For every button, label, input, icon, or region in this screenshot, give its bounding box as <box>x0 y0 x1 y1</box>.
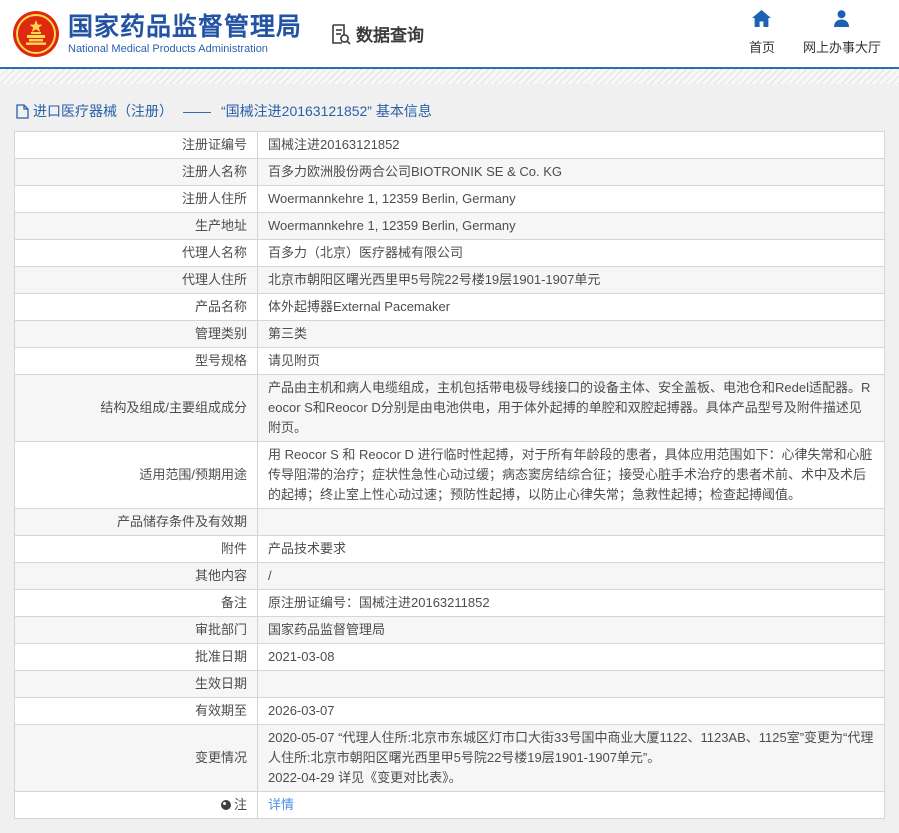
table-row: 注详情 <box>15 792 885 819</box>
data-query-label: 数据查询 <box>356 21 424 46</box>
row-label: 生产地址 <box>15 213 258 240</box>
row-value: 请见附页 <box>258 348 885 375</box>
header-top-right: 首页 网上办事大厅 <box>749 10 881 56</box>
table-row: 产品储存条件及有效期 <box>15 509 885 536</box>
table-row: 生产地址Woermannkehre 1, 12359 Berlin, Germa… <box>15 213 885 240</box>
row-label: 管理类别 <box>15 321 258 348</box>
table-row: 型号规格请见附页 <box>15 348 885 375</box>
row-label: 批准日期 <box>15 644 258 671</box>
row-value: 体外起搏器External Pacemaker <box>258 294 885 321</box>
data-query-nav[interactable]: 数据查询 <box>328 21 424 46</box>
breadcrumb-section: 进口医疗器械（注册） <box>33 101 173 121</box>
table-row: 审批部门国家药品监督管理局 <box>15 617 885 644</box>
detail-link[interactable]: 详情 <box>268 797 294 812</box>
row-value: 国家药品监督管理局 <box>258 617 885 644</box>
table-row: 结构及组成/主要组成成分产品由主机和病人电缆组成，主机包括带电极导线接口的设备主… <box>15 375 885 442</box>
registration-table-body: 注册证编号国械注进20163121852注册人名称百多力欧洲股份两合公司BIOT… <box>15 132 885 819</box>
nav-home[interactable]: 首页 <box>749 10 775 56</box>
balloon-icon <box>221 800 231 810</box>
document-search-icon <box>328 22 352 46</box>
row-value: / <box>258 563 885 590</box>
row-label: 适用范围/预期用途 <box>15 442 258 509</box>
nav-home-label: 首页 <box>749 37 775 56</box>
main-content: 进口医疗器械（注册） —— “国械注进20163121852” 基本信息 注册证… <box>0 84 899 833</box>
table-row: 备注原注册证编号：国械注进20163211852 <box>15 590 885 617</box>
nav-online-hall-label: 网上办事大厅 <box>803 37 881 56</box>
row-label: 注册证编号 <box>15 132 258 159</box>
row-value: Woermannkehre 1, 12359 Berlin, Germany <box>258 213 885 240</box>
nav-online-hall[interactable]: 网上办事大厅 <box>803 10 881 56</box>
row-label: 代理人名称 <box>15 240 258 267</box>
table-row: 注册人名称百多力欧洲股份两合公司BIOTRONIK SE & Co. KG <box>15 159 885 186</box>
row-value: Woermannkehre 1, 12359 Berlin, Germany <box>258 186 885 213</box>
row-label: 代理人住所 <box>15 267 258 294</box>
table-row: 管理类别第三类 <box>15 321 885 348</box>
site-header: 国家药品监督管理局 National Medical Products Admi… <box>0 0 899 69</box>
home-icon <box>752 10 771 32</box>
row-label: 审批部门 <box>15 617 258 644</box>
table-row: 代理人名称百多力（北京）医疗器械有限公司 <box>15 240 885 267</box>
row-label: 注册人住所 <box>15 186 258 213</box>
row-label: 型号规格 <box>15 348 258 375</box>
org-name-en: National Medical Products Administration <box>68 43 302 55</box>
table-row: 变更情况2020-05-07 “代理人住所:北京市东城区灯市口大街33号国中商业… <box>15 725 885 792</box>
row-value <box>258 509 885 536</box>
row-label: 有效期至 <box>15 698 258 725</box>
table-row: 有效期至2026-03-07 <box>15 698 885 725</box>
registration-info-table: 注册证编号国械注进20163121852注册人名称百多力欧洲股份两合公司BIOT… <box>14 131 885 819</box>
table-row: 注册证编号国械注进20163121852 <box>15 132 885 159</box>
hatch-divider-band <box>0 69 899 84</box>
row-label: 结构及组成/主要组成成分 <box>15 375 258 442</box>
row-label: 其他内容 <box>15 563 258 590</box>
table-row: 批准日期2021-03-08 <box>15 644 885 671</box>
page-file-icon <box>16 104 29 119</box>
row-label: 变更情况 <box>15 725 258 792</box>
row-value: 北京市朝阳区曙光西里甲5号院22号楼19层1901-1907单元 <box>258 267 885 294</box>
breadcrumb-separator: —— <box>183 103 211 119</box>
breadcrumb-current: “国械注进20163121852” 基本信息 <box>221 101 432 121</box>
row-value: 2020-05-07 “代理人住所:北京市东城区灯市口大街33号国中商业大厦11… <box>258 725 885 792</box>
org-name-zh: 国家药品监督管理局 <box>68 13 302 41</box>
row-label: 注册人名称 <box>15 159 258 186</box>
row-value: 2026-03-07 <box>258 698 885 725</box>
table-row: 其他内容/ <box>15 563 885 590</box>
row-value: 2021-03-08 <box>258 644 885 671</box>
table-row: 适用范围/预期用途用 Reocor S 和 Reocor D 进行临时性起搏，对… <box>15 442 885 509</box>
row-label: 备注 <box>15 590 258 617</box>
national-emblem-logo <box>12 10 60 58</box>
org-titles: 国家药品监督管理局 National Medical Products Admi… <box>68 13 302 55</box>
row-value: 用 Reocor S 和 Reocor D 进行临时性起搏，对于所有年龄段的患者… <box>258 442 885 509</box>
row-value: 原注册证编号：国械注进20163211852 <box>258 590 885 617</box>
row-label: 产品储存条件及有效期 <box>15 509 258 536</box>
row-value: 国械注进20163121852 <box>258 132 885 159</box>
row-value: 详情 <box>258 792 885 819</box>
table-row: 注册人住所Woermannkehre 1, 12359 Berlin, Germ… <box>15 186 885 213</box>
table-row: 产品名称体外起搏器External Pacemaker <box>15 294 885 321</box>
row-value: 产品由主机和病人电缆组成，主机包括带电极导线接口的设备主体、安全盖板、电池仓和R… <box>258 375 885 442</box>
row-value: 第三类 <box>258 321 885 348</box>
table-row: 代理人住所北京市朝阳区曙光西里甲5号院22号楼19层1901-1907单元 <box>15 267 885 294</box>
row-value: 产品技术要求 <box>258 536 885 563</box>
row-value: 百多力欧洲股份两合公司BIOTRONIK SE & Co. KG <box>258 159 885 186</box>
row-label: 注 <box>15 792 258 819</box>
table-row: 附件产品技术要求 <box>15 536 885 563</box>
row-label: 生效日期 <box>15 671 258 698</box>
row-value <box>258 671 885 698</box>
table-row: 生效日期 <box>15 671 885 698</box>
person-icon <box>833 10 850 32</box>
row-label: 附件 <box>15 536 258 563</box>
breadcrumb: 进口医疗器械（注册） —— “国械注进20163121852” 基本信息 <box>14 94 885 131</box>
row-label: 产品名称 <box>15 294 258 321</box>
row-value: 百多力（北京）医疗器械有限公司 <box>258 240 885 267</box>
